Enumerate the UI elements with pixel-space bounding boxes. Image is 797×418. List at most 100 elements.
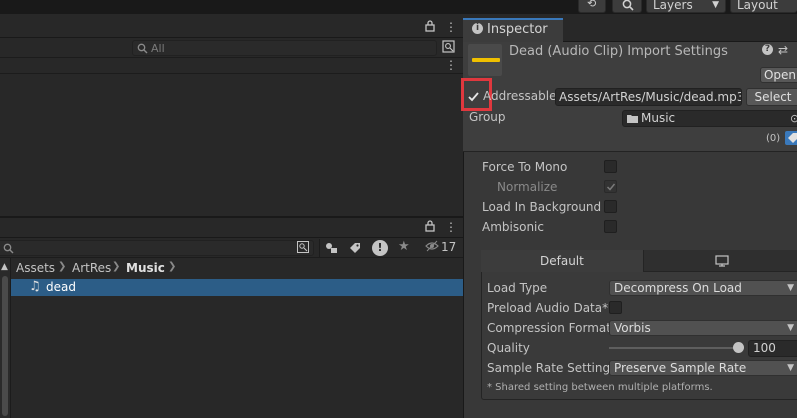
breadcrumb: Assets ❯ ArtRes ❯ Music ❯ bbox=[11, 258, 463, 278]
addressable-checkbox[interactable] bbox=[467, 90, 480, 103]
preload-audio-data-checkbox[interactable] bbox=[609, 301, 622, 314]
default-tab-label: Default bbox=[540, 254, 584, 268]
scene-search-icon[interactable] bbox=[442, 40, 455, 56]
compression-format-dropdown[interactable]: Vorbis ▼ bbox=[609, 320, 797, 336]
info-icon: i bbox=[472, 23, 483, 34]
chevron-down-icon: ▼ bbox=[787, 283, 794, 293]
load-type-value: Decompress On Load bbox=[614, 281, 742, 295]
inspector-title: Dead (Audio Clip) Import Settings bbox=[509, 44, 728, 59]
project-toolbar: ! ★ 17 bbox=[0, 238, 463, 258]
open-button[interactable]: Open bbox=[760, 67, 797, 83]
search-icon bbox=[137, 43, 148, 54]
search-placeholder: All bbox=[151, 42, 165, 55]
tab-standalone-platform[interactable] bbox=[644, 250, 797, 272]
checkmark-icon bbox=[468, 92, 479, 102]
list-item[interactable]: ♫ dead bbox=[11, 279, 463, 296]
waveform-icon bbox=[472, 58, 500, 62]
folder-tree-pane[interactable]: ▲ bbox=[0, 258, 11, 418]
compression-format-label: Compression Format bbox=[487, 321, 611, 335]
filter-by-type-button[interactable] bbox=[319, 239, 341, 257]
lock-icon[interactable] bbox=[425, 20, 435, 35]
shared-settings-note: * Shared setting between multiple platfo… bbox=[487, 382, 713, 393]
quality-slider-track[interactable] bbox=[609, 347, 743, 349]
help-icon[interactable]: ? bbox=[762, 44, 773, 55]
history-icon: ⟲ bbox=[587, 0, 597, 10]
select-button-label: Select bbox=[754, 90, 792, 104]
checkmark-icon bbox=[606, 183, 616, 191]
load-type-label: Load Type bbox=[487, 281, 548, 295]
audio-clip-icon: ♫ bbox=[29, 279, 41, 294]
folder-icon bbox=[627, 115, 638, 123]
select-button[interactable]: Select bbox=[746, 88, 797, 106]
preset-settings-icon[interactable]: ⇄ bbox=[778, 43, 788, 57]
search-icon bbox=[622, 0, 634, 11]
chevron-down-icon: ▼ bbox=[787, 363, 794, 373]
more-options-icon[interactable]: ⋮ bbox=[445, 220, 457, 234]
preload-audio-data-label: Preload Audio Data* bbox=[487, 301, 609, 315]
search-input[interactable]: All bbox=[132, 40, 437, 56]
quality-slider-handle[interactable] bbox=[733, 342, 744, 353]
sample-rate-setting-label: Sample Rate Setting bbox=[487, 361, 611, 375]
scroll-up-icon[interactable]: ▲ bbox=[1, 262, 8, 272]
compression-format-value: Vorbis bbox=[614, 321, 651, 335]
top-panel-body bbox=[0, 74, 463, 216]
object-picker-icon[interactable]: ⊙ bbox=[790, 111, 797, 126]
chevron-right-icon: ❯ bbox=[58, 261, 67, 272]
eye-icon bbox=[425, 240, 439, 252]
history-button[interactable]: ⟲ bbox=[578, 0, 606, 13]
group-value: Music bbox=[641, 111, 676, 125]
load-in-background-checkbox[interactable] bbox=[604, 200, 617, 213]
breadcrumb-artres[interactable]: ArtRes bbox=[72, 261, 111, 275]
list-item-label: dead bbox=[46, 280, 76, 294]
tree-scrollbar-thumb[interactable] bbox=[2, 276, 8, 416]
tag-icon bbox=[788, 133, 797, 143]
project-search-input[interactable] bbox=[0, 240, 314, 256]
sample-rate-setting-value: Preserve Sample Rate bbox=[614, 361, 747, 375]
force-to-mono-label: Force To Mono bbox=[482, 160, 568, 174]
tab-default-platform[interactable]: Default bbox=[481, 250, 644, 272]
chevron-right-icon: ❯ bbox=[168, 261, 177, 272]
force-to-mono-checkbox[interactable] bbox=[604, 160, 617, 173]
breadcrumb-assets[interactable]: Assets bbox=[16, 261, 55, 275]
more-options-icon[interactable]: ⋮ bbox=[445, 58, 457, 72]
chevron-down-icon: ▼ bbox=[787, 323, 794, 333]
quality-input[interactable]: 100 bbox=[748, 340, 797, 357]
tab-inspector[interactable]: i Inspector bbox=[463, 18, 563, 42]
search-icon bbox=[3, 243, 14, 254]
hidden-count: 17 bbox=[441, 240, 457, 254]
asset-preview bbox=[468, 44, 502, 76]
address-value: Assets/ArtRes/Music/dead.mp3 bbox=[559, 90, 742, 104]
top-panel-toolbar: All bbox=[0, 38, 463, 58]
project-assets-area bbox=[11, 296, 463, 418]
group-label: Group bbox=[469, 110, 506, 124]
load-type-dropdown[interactable]: Decompress On Load ▼ bbox=[609, 280, 797, 296]
normalize-label: Normalize bbox=[497, 180, 558, 194]
layers-dropdown[interactable]: Layers ▼ bbox=[646, 0, 726, 13]
lock-icon[interactable] bbox=[425, 220, 435, 235]
chevron-right-icon: ❯ bbox=[112, 261, 121, 272]
shapes-icon bbox=[326, 243, 337, 253]
load-in-background-label: Load In Background bbox=[482, 200, 602, 214]
ambisonic-label: Ambisonic bbox=[482, 220, 544, 234]
group-field[interactable]: Music ⊙ bbox=[622, 110, 797, 127]
layout-label: Layout bbox=[737, 0, 778, 12]
quality-value: 100 bbox=[753, 341, 776, 355]
more-options-icon[interactable]: ⋮ bbox=[445, 20, 457, 34]
star-icon[interactable]: ★ bbox=[398, 239, 410, 254]
quality-label: Quality bbox=[487, 341, 530, 355]
filter-by-log-icon[interactable]: ! bbox=[372, 240, 388, 256]
filter-by-label-button[interactable] bbox=[344, 239, 366, 257]
top-panel-subheader: ⋮ bbox=[0, 58, 463, 74]
hidden-packages-toggle[interactable] bbox=[425, 240, 439, 255]
top-panel-header: ⋮ bbox=[0, 18, 463, 38]
ambisonic-checkbox[interactable] bbox=[604, 220, 617, 233]
layers-label: Layers bbox=[653, 0, 693, 12]
sample-rate-setting-dropdown[interactable]: Preserve Sample Rate ▼ bbox=[609, 360, 797, 376]
search-button[interactable] bbox=[612, 0, 642, 13]
label-count: (0) bbox=[766, 133, 781, 144]
layout-dropdown[interactable]: Layout bbox=[730, 0, 797, 13]
breadcrumb-music[interactable]: Music bbox=[126, 261, 165, 275]
search-by-type-icon[interactable] bbox=[297, 241, 309, 256]
labels-button[interactable] bbox=[785, 131, 797, 145]
address-field[interactable]: Assets/ArtRes/Music/dead.mp3 bbox=[555, 88, 742, 106]
